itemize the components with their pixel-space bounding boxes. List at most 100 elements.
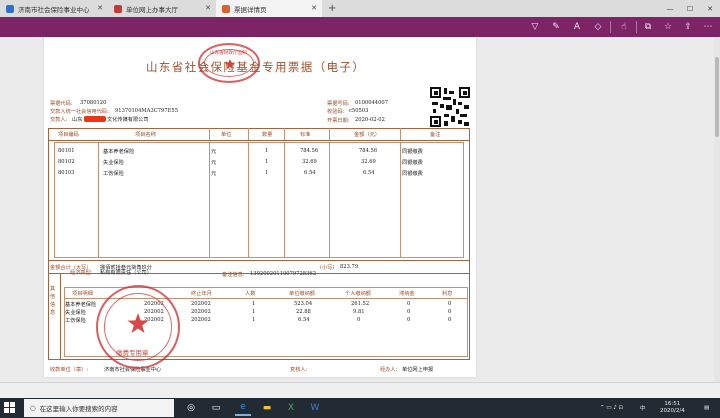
eraser-icon[interactable]: ◇ bbox=[591, 20, 605, 34]
word-icon[interactable]: W bbox=[307, 400, 323, 416]
col-header-standard: 标准 bbox=[300, 132, 311, 138]
item-name: 失业保险 bbox=[103, 160, 124, 166]
item-amount: 32.69 bbox=[361, 159, 376, 165]
tab-online-hall[interactable]: 单位网上办事大厅 ✕ bbox=[108, 0, 216, 17]
touch-icon[interactable]: ☝ bbox=[617, 20, 631, 34]
bill-no-label: 票据号码: bbox=[327, 101, 350, 107]
task-view-icon[interactable]: ▭ bbox=[208, 400, 224, 416]
close-tab-icon[interactable]: ✕ bbox=[311, 4, 317, 12]
site-favicon-icon bbox=[6, 4, 14, 13]
item-qty: 1 bbox=[265, 159, 269, 165]
pen-icon[interactable]: ✎ bbox=[549, 20, 563, 34]
clock[interactable]: 16:51 2020/2/4 bbox=[660, 398, 685, 418]
maximize-icon[interactable]: ☐ bbox=[680, 0, 700, 17]
highlighter-icon[interactable]: ▽ bbox=[528, 20, 542, 34]
clip-icon[interactable]: ⧉ bbox=[641, 20, 655, 34]
col-header-amount: 金额（元） bbox=[354, 132, 380, 138]
divider bbox=[636, 21, 637, 33]
tab-label: 济南市社会保险事业中心 bbox=[18, 5, 90, 14]
share-icon[interactable]: ⇪ bbox=[681, 20, 695, 34]
cortana-icon[interactable]: ◎ bbox=[183, 400, 199, 416]
detail-item: 失业保险 bbox=[65, 310, 86, 316]
total-small: 823.79 bbox=[340, 264, 359, 270]
item-amount: 6.54 bbox=[363, 170, 375, 176]
detail-interest: 0 bbox=[448, 301, 452, 307]
bill-no: 0100044007 bbox=[355, 100, 389, 106]
detail-item: 基本养老保险 bbox=[65, 302, 97, 308]
detail-header-end: 终止年月 bbox=[191, 291, 212, 297]
clock-date: 2020/2/4 bbox=[660, 408, 685, 414]
remark: 13020020110079728362 bbox=[250, 271, 317, 277]
item-name: 基本养老保险 bbox=[103, 149, 135, 155]
vertical-scrollbar[interactable] bbox=[714, 37, 720, 382]
detail-unit-pay: 6.54 bbox=[298, 317, 310, 323]
detail-end: 202002 bbox=[191, 309, 211, 315]
detail-unit-pay: 22.88 bbox=[296, 309, 311, 315]
more-icon[interactable]: ⋯ bbox=[701, 20, 715, 34]
payment-seal: 缴费专用章 bbox=[96, 285, 180, 369]
windows-start-icon[interactable] bbox=[4, 402, 16, 414]
file-explorer-icon[interactable]: ▬ bbox=[259, 400, 275, 416]
detail-interest: 0 bbox=[448, 317, 452, 323]
detail-personal-pay: 0 bbox=[357, 317, 361, 323]
handler: 单位网上申报 bbox=[402, 367, 434, 373]
close-window-icon[interactable]: ✕ bbox=[700, 0, 720, 17]
edge-icon[interactable]: e bbox=[235, 400, 251, 416]
item-amount: 784.56 bbox=[359, 148, 378, 154]
document-viewport[interactable]: 山东省财政厅监制 山东省社会保险基金专用票据（电子） 票据代码: 3708012… bbox=[0, 37, 720, 382]
detail-personal-pay: 9.81 bbox=[353, 309, 365, 315]
tab-social-insurance-center[interactable]: 济南市社会保险事业中心 ✕ bbox=[0, 0, 108, 17]
detail-header-unit-pay: 单位缴纳额 bbox=[289, 291, 315, 297]
col-header-qty: 数量 bbox=[262, 132, 273, 138]
favorite-icon[interactable]: ☆ bbox=[661, 20, 675, 34]
site-favicon-icon bbox=[114, 4, 122, 13]
minimize-icon[interactable]: — bbox=[660, 0, 680, 17]
detail-count: 1 bbox=[252, 309, 256, 315]
tab-strip: 济南市社会保险事业中心 ✕ 单位网上办事大厅 ✕ 票据详情页 ✕ + — ☐ ✕ bbox=[0, 0, 720, 17]
detail-late-fee: 0 bbox=[407, 317, 411, 323]
detail-header-personal-pay: 个人缴纳额 bbox=[345, 291, 371, 297]
col-header-name: 项目名称 bbox=[135, 132, 156, 138]
econ-type-label: 经济类型: bbox=[70, 270, 93, 276]
item-name: 工伤保险 bbox=[103, 171, 124, 177]
ime-indicator[interactable]: 中 bbox=[640, 398, 646, 418]
item-qty: 1 bbox=[265, 148, 269, 154]
item-standard: 6.54 bbox=[304, 170, 316, 176]
item-code: 80101 bbox=[58, 148, 75, 154]
bill-code: 37080120 bbox=[80, 100, 107, 106]
issue-date: 2020-02-02 bbox=[355, 117, 385, 123]
item-note: 同银缴费 bbox=[402, 149, 423, 155]
text-icon[interactable]: A bbox=[570, 20, 584, 34]
tray-icons[interactable]: ⌃ ▭ ♪ ⊡ bbox=[600, 398, 623, 418]
handler-label: 经办人: bbox=[380, 367, 398, 373]
col-header-code: 项目编码 bbox=[58, 132, 79, 138]
notification-icon[interactable]: ▤ bbox=[704, 398, 709, 418]
payer-name-prefix: 山东 bbox=[72, 117, 83, 123]
item-standard: 784.56 bbox=[300, 148, 319, 154]
tab-label: 单位网上办事大厅 bbox=[126, 5, 178, 14]
detail-header-interest: 利息 bbox=[442, 291, 453, 297]
detail-header-late-fee: 滞纳金 bbox=[399, 291, 415, 297]
taskbar-search[interactable]: ○ 在这里输入你要搜索的内容 bbox=[24, 399, 174, 417]
remark-label: 备注信息: bbox=[222, 272, 245, 278]
tab-receipt-detail[interactable]: 票据详情页 ✕ bbox=[216, 0, 322, 17]
close-tab-icon[interactable]: ✕ bbox=[205, 4, 211, 12]
item-note: 同银缴费 bbox=[402, 160, 423, 166]
qr-code bbox=[430, 87, 470, 127]
item-unit: 元 bbox=[211, 160, 217, 166]
redaction-mark bbox=[84, 116, 106, 122]
reviewer-label: 复核人: bbox=[290, 367, 308, 373]
excel-icon[interactable]: X bbox=[283, 400, 299, 416]
item-note: 同银缴费 bbox=[402, 171, 423, 177]
detail-late-fee: 0 bbox=[407, 309, 411, 315]
close-tab-icon[interactable]: ✕ bbox=[97, 4, 103, 12]
econ-type: 私有有限责任（公司） bbox=[100, 270, 152, 276]
new-tab-icon[interactable]: + bbox=[328, 3, 336, 14]
site-favicon-icon bbox=[222, 4, 230, 13]
status-strip bbox=[0, 382, 720, 398]
check-code: c50503 bbox=[349, 108, 369, 114]
payer-name-suffix: 文化传媒有限公司 bbox=[107, 117, 149, 123]
detail-interest: 0 bbox=[448, 309, 452, 315]
search-icon: ○ bbox=[30, 404, 36, 412]
item-standard: 32.69 bbox=[302, 159, 317, 165]
